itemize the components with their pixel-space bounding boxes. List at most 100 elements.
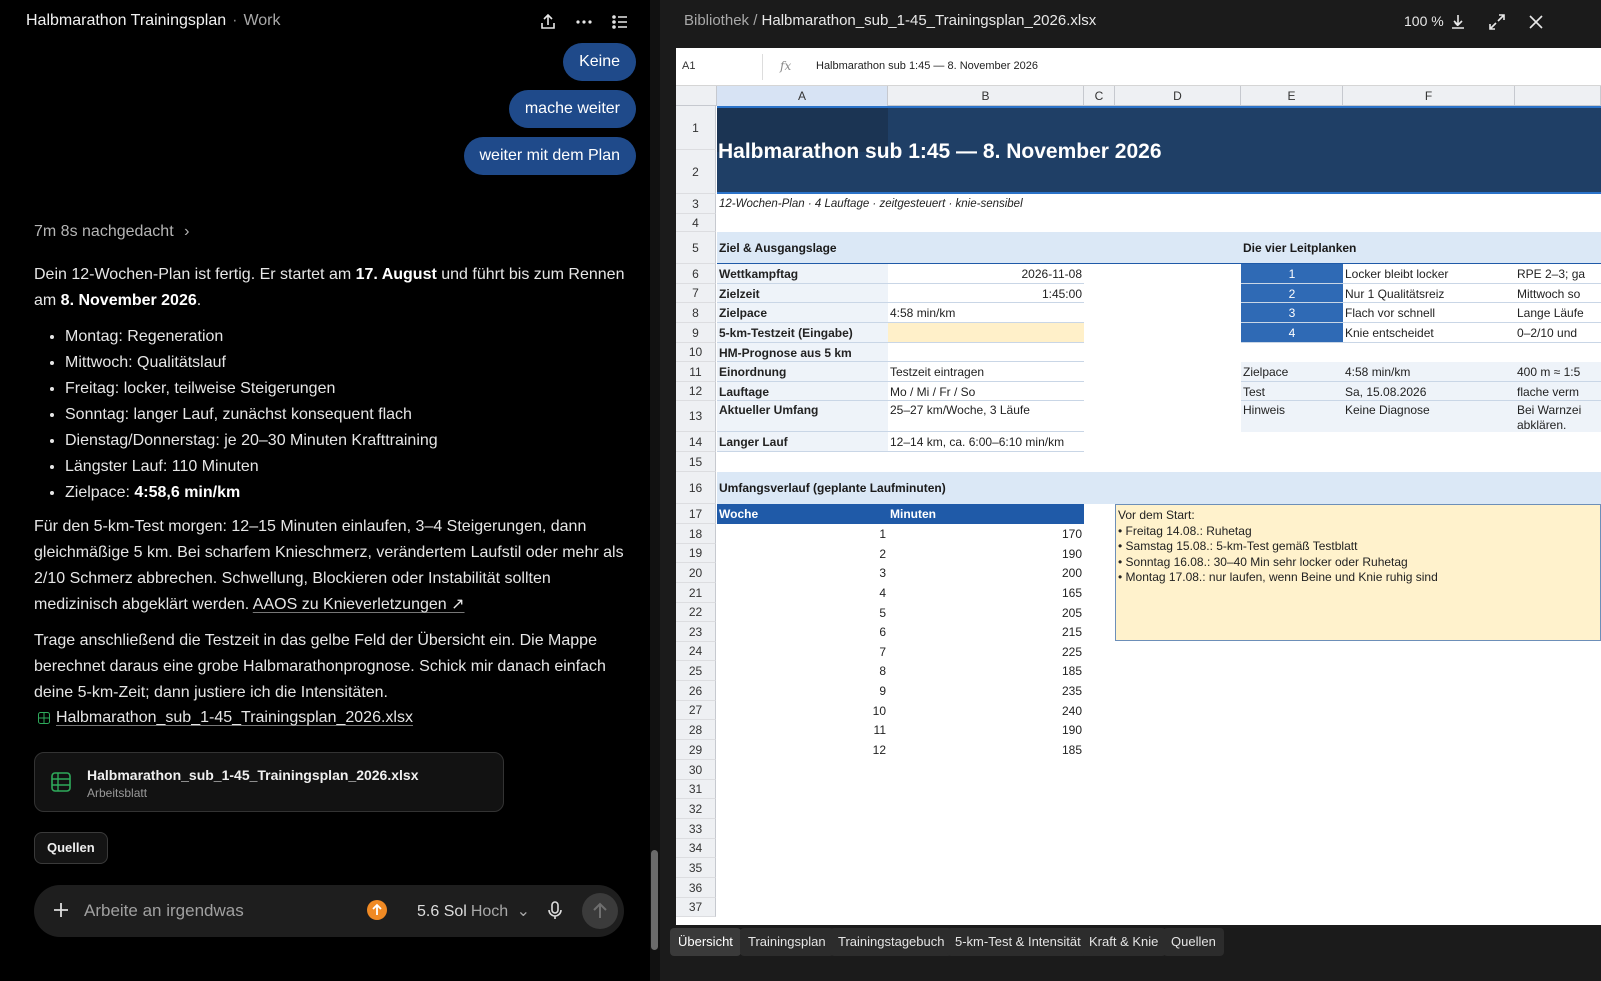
tab-quellen[interactable]: Quellen bbox=[1163, 928, 1224, 956]
row-header[interactable]: 27 bbox=[676, 701, 716, 720]
rail-title[interactable]: Nur 1 Qualitätsreiz bbox=[1343, 284, 1515, 303]
aaos-link[interactable]: AAOS zu Knieverletzungen ↗ bbox=[253, 596, 465, 613]
goal-value[interactable]: 4:58 min/km bbox=[888, 303, 1084, 323]
download-icon[interactable] bbox=[1446, 10, 1470, 34]
row-header[interactable]: 37 bbox=[676, 898, 716, 917]
section-header-rails[interactable]: Die vier Leitplanken bbox=[1241, 232, 1601, 264]
plus-icon[interactable] bbox=[50, 899, 72, 921]
week-minutes[interactable]: 190 bbox=[888, 720, 1084, 740]
microphone-icon[interactable] bbox=[544, 899, 566, 921]
row-header[interactable]: 2 bbox=[676, 150, 716, 194]
row-header[interactable]: 4 bbox=[676, 214, 716, 232]
row-header[interactable]: 12 bbox=[676, 382, 716, 401]
test-time-input-cell[interactable] bbox=[888, 323, 1084, 343]
week-number[interactable]: 11 bbox=[717, 720, 888, 740]
rail-description[interactable]: Lange Läufe bbox=[1515, 303, 1601, 323]
row-header[interactable]: 23 bbox=[676, 622, 716, 642]
row-header[interactable]: 31 bbox=[676, 780, 716, 799]
row-header[interactable]: 24 bbox=[676, 642, 716, 661]
row-header[interactable]: 29 bbox=[676, 740, 716, 760]
row-header[interactable]: 17 bbox=[676, 504, 716, 524]
week-minutes[interactable]: 215 bbox=[888, 622, 1084, 642]
rail-number[interactable]: 2 bbox=[1241, 284, 1343, 303]
rail-description[interactable]: 0–2/10 und bbox=[1515, 323, 1601, 343]
file-link[interactable]: Halbmarathon_sub_1-45_Trainingsplan_2026… bbox=[38, 709, 413, 727]
rail-description[interactable]: Mittwoch so bbox=[1515, 284, 1601, 303]
week-number[interactable]: 3 bbox=[717, 563, 888, 583]
close-icon[interactable] bbox=[1524, 10, 1548, 34]
info-value[interactable]: 4:58 min/km bbox=[1343, 362, 1515, 382]
week-minutes[interactable]: 185 bbox=[888, 740, 1084, 760]
week-minutes[interactable]: 170 bbox=[888, 524, 1084, 544]
row-header[interactable]: 18 bbox=[676, 524, 716, 544]
row-header[interactable]: 32 bbox=[676, 799, 716, 819]
info-value[interactable]: Keine Diagnose bbox=[1343, 401, 1515, 432]
week-number[interactable]: 1 bbox=[717, 524, 888, 544]
info-label[interactable]: Zielpace bbox=[1241, 362, 1343, 382]
rail-description[interactable]: RPE 2–3; ga bbox=[1515, 264, 1601, 284]
formula-value[interactable]: Halbmarathon sub 1:45 — 8. November 2026 bbox=[816, 60, 1038, 72]
tab-5km-test[interactable]: 5-km-Test & Intensität bbox=[947, 928, 1089, 956]
send-button[interactable] bbox=[582, 893, 618, 929]
corner-cell[interactable] bbox=[676, 86, 717, 106]
row-header[interactable]: 34 bbox=[676, 839, 716, 858]
week-minutes[interactable]: 205 bbox=[888, 603, 1084, 622]
column-header[interactable]: E bbox=[1241, 86, 1343, 106]
week-number[interactable]: 2 bbox=[717, 544, 888, 563]
upload-status-icon[interactable] bbox=[367, 900, 387, 920]
goal-label[interactable]: Aktueller Umfang bbox=[717, 401, 888, 432]
week-number[interactable]: 7 bbox=[717, 642, 888, 661]
share-icon[interactable] bbox=[536, 10, 560, 34]
week-minutes[interactable]: 190 bbox=[888, 544, 1084, 563]
row-header[interactable]: 21 bbox=[676, 583, 716, 603]
info-label[interactable]: Test bbox=[1241, 382, 1343, 401]
week-number[interactable]: 9 bbox=[717, 681, 888, 701]
row-header[interactable]: 6 bbox=[676, 264, 716, 284]
model-selector[interactable]: 5.6 Sol Hoch ⌄ bbox=[417, 901, 530, 921]
scrollbar-thumb[interactable] bbox=[651, 850, 658, 950]
section-header-goal[interactable]: Ziel & Ausgangslage bbox=[717, 232, 1241, 264]
goal-value[interactable]: 2026-11-08 bbox=[888, 264, 1084, 284]
goal-label[interactable]: Lauftage bbox=[717, 382, 888, 401]
week-minutes[interactable]: 165 bbox=[888, 583, 1084, 603]
column-header[interactable]: A bbox=[717, 86, 888, 106]
goal-value[interactable]: Testzeit eintragen bbox=[888, 362, 1084, 382]
column-header[interactable]: B bbox=[888, 86, 1084, 106]
composer-input[interactable] bbox=[84, 895, 354, 927]
week-minutes[interactable]: 185 bbox=[888, 661, 1084, 681]
goal-label[interactable]: Zielzeit bbox=[717, 284, 888, 303]
row-header[interactable]: 9 bbox=[676, 323, 716, 343]
goal-value[interactable]: 25–27 km/Woche, 3 Läufe bbox=[888, 401, 1084, 432]
thinking-summary-toggle[interactable]: 7m 8s nachgedacht › bbox=[34, 223, 189, 241]
goal-label[interactable]: Einordnung bbox=[717, 362, 888, 382]
goal-value[interactable]: 12–14 km, ca. 6:00–6:10 min/km bbox=[888, 432, 1084, 452]
file-attachment-card[interactable]: Halbmarathon_sub_1-45_Trainingsplan_2026… bbox=[34, 752, 504, 812]
week-number[interactable]: 6 bbox=[717, 622, 888, 642]
outline-panel-icon[interactable] bbox=[608, 10, 632, 34]
row-header[interactable]: 26 bbox=[676, 681, 716, 701]
column-header[interactable] bbox=[1515, 86, 1601, 106]
rail-title[interactable]: Flach vor schnell bbox=[1343, 303, 1515, 323]
goal-label[interactable]: Langer Lauf bbox=[717, 432, 888, 452]
table-header-minutes[interactable]: Minuten bbox=[888, 504, 1084, 524]
row-header[interactable]: 13 bbox=[676, 401, 716, 432]
row-header[interactable]: 11 bbox=[676, 362, 716, 382]
chat-title[interactable]: Halbmarathon Trainingsplan · Work bbox=[26, 12, 281, 30]
tab-kraft-knie[interactable]: Kraft & Knie bbox=[1081, 928, 1167, 956]
info-extra[interactable]: flache verm bbox=[1515, 382, 1601, 401]
row-header[interactable]: 20 bbox=[676, 563, 716, 583]
goal-value[interactable]: 1:45:00 bbox=[888, 284, 1084, 303]
tab-trainingsplan[interactable]: Trainingsplan bbox=[740, 928, 834, 956]
week-number[interactable]: 12 bbox=[717, 740, 888, 760]
info-extra[interactable]: 400 m ≈ 1:5 bbox=[1515, 362, 1601, 382]
row-header[interactable]: 7 bbox=[676, 284, 716, 303]
rail-number[interactable]: 4 bbox=[1241, 323, 1343, 343]
table-header-week[interactable]: Woche bbox=[717, 504, 888, 524]
goal-value[interactable] bbox=[888, 343, 1084, 362]
row-header[interactable]: 10 bbox=[676, 343, 716, 362]
week-number[interactable]: 10 bbox=[717, 701, 888, 720]
section-header-volume[interactable]: Umfangsverlauf (geplante Laufminuten) bbox=[717, 472, 1601, 504]
rail-title[interactable]: Locker bleibt locker bbox=[1343, 264, 1515, 284]
tab-trainingstagebuch[interactable]: Trainingstagebuch bbox=[830, 928, 953, 956]
info-label[interactable]: Hinweis bbox=[1241, 401, 1343, 432]
